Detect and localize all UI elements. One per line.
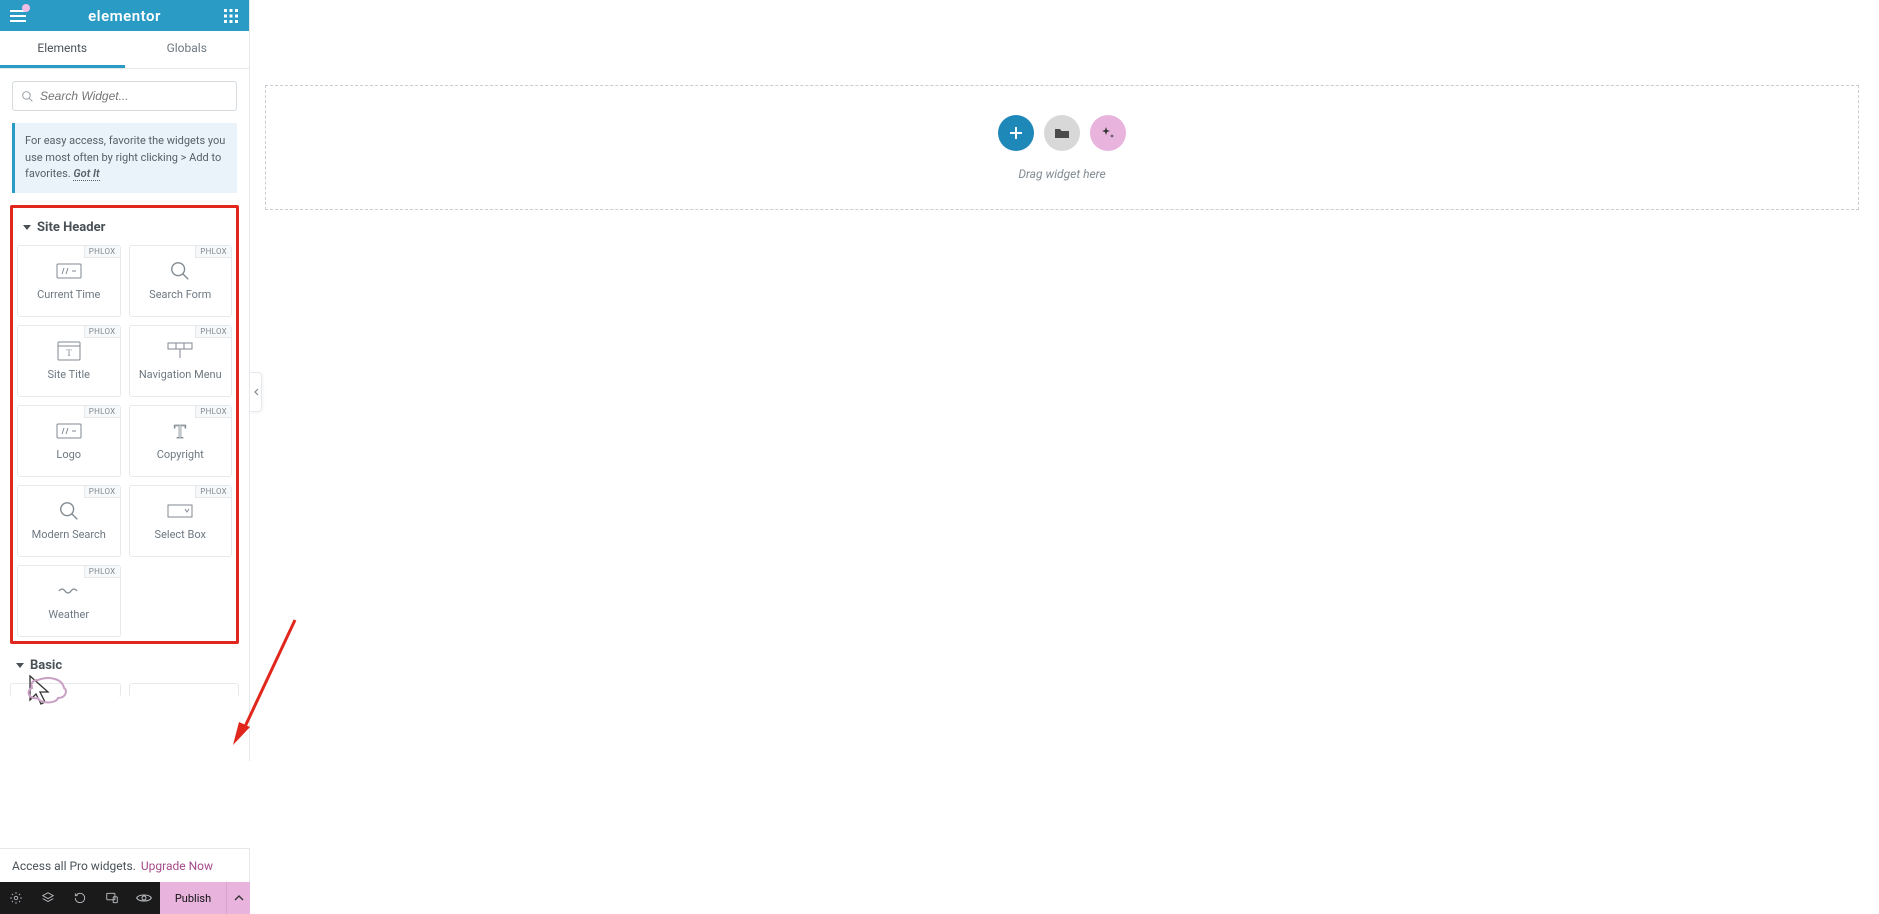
hamburger-icon xyxy=(10,10,26,22)
widget-current-time[interactable]: PHLOX Current Time xyxy=(17,245,121,317)
widget-tag: PHLOX xyxy=(84,326,120,338)
canvas-actions xyxy=(998,115,1126,151)
widget-tag: PHLOX xyxy=(195,326,231,338)
site-header-widgets: PHLOX Current Time PHLOX Search Form PHL… xyxy=(17,245,232,637)
chevron-up-icon xyxy=(234,895,244,901)
bottom-toolbar: Publish xyxy=(0,882,250,914)
brand-title: elementor xyxy=(88,7,161,25)
upgrade-link[interactable]: Upgrade Now xyxy=(141,859,213,873)
category-label: Basic xyxy=(30,658,62,673)
search-input[interactable] xyxy=(40,89,228,103)
responsive-button[interactable] xyxy=(96,882,128,914)
select-box-icon xyxy=(166,500,194,522)
widget-label: Site Title xyxy=(48,368,91,381)
responsive-icon xyxy=(105,891,119,905)
widget-label: Navigation Menu xyxy=(139,368,222,381)
preview-button[interactable] xyxy=(128,882,160,914)
site-title-icon: T xyxy=(55,340,83,362)
panel-tabs: Elements Globals xyxy=(0,31,249,69)
widget-card-partial[interactable] xyxy=(10,683,121,697)
grid-icon xyxy=(224,9,238,23)
category-site-header[interactable]: Site Header xyxy=(23,220,232,235)
widget-tag: PHLOX xyxy=(195,486,231,498)
add-section-button[interactable] xyxy=(998,115,1034,151)
weather-icon xyxy=(55,580,83,602)
tab-elements[interactable]: Elements xyxy=(0,31,125,68)
navigator-button[interactable] xyxy=(32,882,64,914)
widget-site-title[interactable]: PHLOX T Site Title xyxy=(17,325,121,397)
gear-icon xyxy=(9,891,23,905)
settings-button[interactable] xyxy=(0,882,32,914)
logo-icon xyxy=(55,420,83,442)
widget-label: Weather xyxy=(48,608,89,621)
sparkle-icon xyxy=(1100,125,1116,141)
svg-text:T: T xyxy=(174,421,186,442)
svg-text:T: T xyxy=(66,348,72,358)
plus-icon xyxy=(1009,126,1023,140)
widget-label: Current Time xyxy=(37,288,100,301)
widgets-scroll-area[interactable]: Site Header PHLOX Current Time PHLOX Sea… xyxy=(0,205,249,762)
history-button[interactable] xyxy=(64,882,96,914)
search-icon xyxy=(21,90,34,103)
caret-down-icon xyxy=(23,225,31,230)
ai-button[interactable] xyxy=(1090,115,1126,151)
widget-copyright[interactable]: PHLOX T Copyright xyxy=(129,405,233,477)
layers-icon xyxy=(41,891,55,905)
canvas-dropzone[interactable]: Drag widget here xyxy=(265,85,1859,210)
eye-icon xyxy=(136,892,152,904)
widget-label: Logo xyxy=(56,448,81,461)
widget-navigation-menu[interactable]: PHLOX Navigation Menu xyxy=(129,325,233,397)
menu-button[interactable] xyxy=(8,6,28,26)
history-icon xyxy=(73,891,87,905)
chevron-left-icon xyxy=(253,388,259,396)
caret-down-icon xyxy=(16,663,24,668)
template-library-button[interactable] xyxy=(1044,115,1080,151)
pro-banner: Access all Pro widgets. Upgrade Now xyxy=(0,848,250,882)
publish-options-button[interactable] xyxy=(226,882,250,914)
widget-label: Select Box xyxy=(155,528,206,541)
widget-modern-search[interactable]: PHLOX Modern Search xyxy=(17,485,121,557)
widget-tag: PHLOX xyxy=(84,566,120,578)
widget-tag: PHLOX xyxy=(84,486,120,498)
tip-gotit[interactable]: Got It xyxy=(73,167,99,181)
widget-tag: PHLOX xyxy=(195,246,231,258)
publish-label: Publish xyxy=(175,892,211,905)
search-area xyxy=(0,69,249,123)
pro-text: Access all Pro widgets. xyxy=(12,859,136,873)
navigation-menu-icon xyxy=(166,340,194,362)
widget-logo[interactable]: PHLOX Logo xyxy=(17,405,121,477)
widgets-grid-button[interactable] xyxy=(221,6,241,26)
panel-collapse-handle[interactable] xyxy=(250,372,262,412)
publish-button[interactable]: Publish xyxy=(160,882,226,914)
widget-tag: PHLOX xyxy=(195,406,231,418)
widget-select-box[interactable]: PHLOX Select Box xyxy=(129,485,233,557)
widget-tag: PHLOX xyxy=(84,246,120,258)
canvas-hint: Drag widget here xyxy=(1018,167,1105,181)
sidebar-panel: elementor Elements Globals For easy acce… xyxy=(0,0,250,761)
search-form-icon xyxy=(166,260,194,282)
category-basic[interactable]: Basic xyxy=(16,658,239,673)
sidebar-header: elementor xyxy=(0,0,249,31)
widget-tag: PHLOX xyxy=(84,406,120,418)
widget-label: Search Form xyxy=(149,288,211,301)
widget-label: Copyright xyxy=(157,448,204,461)
copyright-icon: T xyxy=(166,420,194,442)
current-time-icon xyxy=(55,260,83,282)
search-box[interactable] xyxy=(12,81,237,111)
widget-label: Modern Search xyxy=(32,528,106,541)
category-label: Site Header xyxy=(37,220,105,235)
favorites-tip: For easy access, favorite the widgets yo… xyxy=(12,123,237,193)
tip-text: For easy access, favorite the widgets yo… xyxy=(25,134,225,180)
widget-card-partial[interactable] xyxy=(129,683,240,697)
widget-weather[interactable]: PHLOX Weather xyxy=(17,565,121,637)
tab-globals[interactable]: Globals xyxy=(125,31,250,68)
modern-search-icon xyxy=(55,500,83,522)
widget-search-form[interactable]: PHLOX Search Form xyxy=(129,245,233,317)
basic-widgets xyxy=(10,683,239,697)
site-header-category-highlight: Site Header PHLOX Current Time PHLOX Sea… xyxy=(10,205,239,644)
folder-icon xyxy=(1054,127,1070,139)
